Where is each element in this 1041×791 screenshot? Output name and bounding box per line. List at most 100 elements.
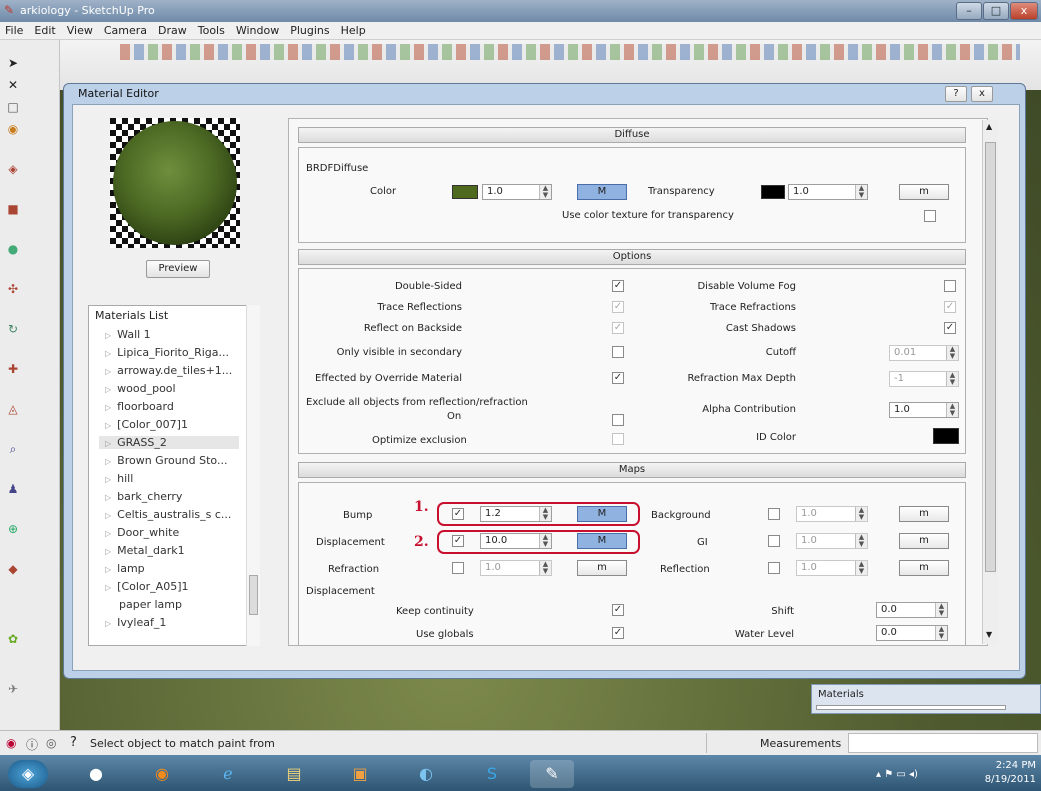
toolbar-icons-strip[interactable] — [120, 44, 1020, 60]
list-item[interactable]: ▷ hill — [105, 472, 133, 485]
double-sided-checkbox[interactable]: ✓ — [612, 280, 624, 292]
taskbar-media-icon[interactable]: ▣ — [338, 760, 382, 788]
camera-icon[interactable]: ✈ — [4, 680, 22, 698]
tray-icons[interactable]: ▴ ⚑ ▭ ◂) — [876, 769, 918, 780]
list-item[interactable]: ▷ Wall 1 — [105, 328, 151, 341]
dialog-close-button[interactable]: x — [971, 86, 993, 102]
section-plane-icon[interactable]: ◆ — [4, 560, 22, 578]
move-icon[interactable]: ✣ — [4, 280, 22, 298]
id-color-swatch[interactable] — [933, 428, 959, 444]
trace-refractions-checkbox[interactable]: ✓ — [944, 301, 956, 313]
exclude-objects-checkbox[interactable] — [612, 414, 624, 426]
scrollbar-thumb[interactable] — [985, 142, 996, 572]
materials-list[interactable]: Materials List ▲ ▷Wall 1 ▷Lipica_Fiorito… — [88, 305, 260, 646]
cutoff-input[interactable]: 0.01 ▲ ▼ — [889, 345, 959, 361]
list-scrollbar[interactable] — [246, 305, 260, 646]
protractor-icon[interactable]: ◬ — [4, 400, 22, 418]
taskbar-chrome-icon[interactable]: ● — [74, 760, 118, 788]
cast-shadows-checkbox[interactable]: ✓ — [944, 322, 956, 334]
bump-checkbox[interactable]: ✓ — [452, 508, 464, 520]
menu-draw[interactable]: Draw — [153, 22, 193, 37]
taskbar-skype-icon[interactable]: S — [470, 760, 514, 788]
section-options[interactable]: Options — [298, 249, 966, 265]
help-icon[interactable]: ? — [70, 735, 77, 750]
gi-amount[interactable]: 1.0 ▲ ▼ — [796, 533, 868, 549]
background-amount[interactable]: 1.0 ▲ ▼ — [796, 506, 868, 522]
list-item[interactable]: ▷ wood_pool — [105, 382, 176, 395]
reflection-map-button[interactable]: m — [899, 560, 949, 576]
transparency-amount[interactable]: 1.0 ▲ ▼ — [788, 184, 868, 200]
background-map-button[interactable]: m — [899, 506, 949, 522]
displacement-map-button[interactable]: M — [577, 533, 627, 549]
menu-window[interactable]: Window — [231, 22, 285, 37]
rotate-icon[interactable]: ↻ — [4, 320, 22, 338]
taskbar-app-icon[interactable]: ◐ — [404, 760, 448, 788]
background-checkbox[interactable] — [768, 508, 780, 520]
taskbar-firefox-icon[interactable]: ◉ — [140, 760, 184, 788]
displacement-amount[interactable]: 10.0 ▲ ▼ — [480, 533, 552, 549]
menu-help[interactable]: Help — [336, 22, 372, 37]
zoom-icon[interactable]: ⌕ — [4, 440, 22, 458]
preview-button[interactable]: Preview — [146, 260, 210, 278]
refraction-checkbox[interactable] — [452, 562, 464, 574]
list-item[interactable]: ▷ [Color_A05]1 — [105, 580, 188, 593]
use-color-texture-checkbox[interactable] — [924, 210, 936, 222]
gi-checkbox[interactable] — [768, 535, 780, 547]
list-item-selected[interactable]: ▷ GRASS_2 — [99, 436, 239, 449]
list-item[interactable]: ▷ Ivyleaf_1 — [105, 616, 166, 629]
refraction-amount[interactable]: 1.0 ▲ ▼ — [480, 560, 552, 576]
water-level-input[interactable]: 0.0 ▲ ▼ — [876, 625, 948, 641]
shift-input[interactable]: 0.0 ▲ ▼ — [876, 602, 948, 618]
menu-plugins[interactable]: Plugins — [285, 22, 335, 37]
close-icon[interactable]: ✕ — [4, 76, 22, 94]
rectangle-icon[interactable]: □ — [4, 98, 22, 116]
gi-map-button[interactable]: m — [899, 533, 949, 549]
bump-amount[interactable]: 1.2 ▲ ▼ — [480, 506, 552, 522]
credits-icon[interactable]: ⓘ — [26, 736, 38, 753]
walk-icon[interactable]: ♟ — [4, 480, 22, 498]
diffuse-color-amount[interactable]: 1.0 ▲ ▼ — [482, 184, 552, 200]
bump-map-button[interactable]: M — [577, 506, 627, 522]
diffuse-color-swatch[interactable] — [452, 185, 478, 199]
list-item[interactable]: ▷ Lipica_Fiorito_Riga... — [105, 346, 229, 359]
only-visible-secondary-checkbox[interactable] — [612, 346, 624, 358]
list-item[interactable]: ▷ bark_cherry — [105, 490, 182, 503]
menu-file[interactable]: File — [0, 22, 29, 37]
list-item[interactable]: paper lamp — [119, 598, 182, 611]
optimize-exclusion-checkbox[interactable] — [612, 433, 624, 445]
reflect-backside-checkbox[interactable]: ✓ — [612, 322, 624, 334]
scroll-up-icon[interactable]: ▲ — [986, 122, 992, 131]
dialog-help-button[interactable]: ? — [945, 86, 967, 102]
position-camera-icon[interactable]: ⊕ — [4, 520, 22, 538]
maximize-button[interactable]: □ — [983, 2, 1009, 20]
reflection-amount[interactable]: 1.0 ▲ ▼ — [796, 560, 868, 576]
list-item[interactable]: ▷ Door_white — [105, 526, 179, 539]
taskbar-sketchup-icon[interactable]: ✎ — [530, 760, 574, 788]
circle-icon[interactable]: ● — [4, 240, 22, 258]
list-item[interactable]: ▷ floorboard — [105, 400, 174, 413]
list-item[interactable]: ▷ lamp — [105, 562, 145, 575]
user-icon[interactable]: ◎ — [46, 736, 56, 750]
menu-view[interactable]: View — [62, 22, 99, 37]
list-item[interactable]: ▷ Celtis_australis_s c... — [105, 508, 231, 521]
scroll-down-icon[interactable]: ▼ — [986, 630, 992, 639]
transparency-color-swatch[interactable] — [761, 185, 785, 199]
paint-bucket-icon[interactable]: ◈ — [4, 160, 22, 178]
refraction-map-button[interactable]: m — [577, 560, 627, 576]
clock-date[interactable]: 8/19/2011 — [982, 774, 1036, 785]
menu-edit[interactable]: Edit — [29, 22, 61, 37]
sandbox-icon[interactable]: ✿ — [4, 630, 22, 648]
section-maps[interactable]: Maps — [298, 462, 966, 478]
diffuse-map-button[interactable]: M — [577, 184, 627, 200]
section-diffuse[interactable]: Diffuse — [298, 127, 966, 143]
taskbar-ie-icon[interactable]: ℯ — [206, 760, 250, 788]
clock-time[interactable]: 2:24 PM — [986, 760, 1036, 771]
properties-scrollbar[interactable]: ▲ ▼ — [982, 120, 998, 644]
keep-continuity-checkbox[interactable]: ✓ — [612, 604, 624, 616]
reflection-checkbox[interactable] — [768, 562, 780, 574]
select-arrow-icon[interactable]: ➤ — [4, 54, 22, 72]
menu-camera[interactable]: Camera — [99, 22, 153, 37]
displacement-checkbox[interactable]: ✓ — [452, 535, 464, 547]
use-globals-checkbox[interactable]: ✓ — [612, 627, 624, 639]
list-item[interactable]: ▷ Brown Ground Sto... — [105, 454, 227, 467]
